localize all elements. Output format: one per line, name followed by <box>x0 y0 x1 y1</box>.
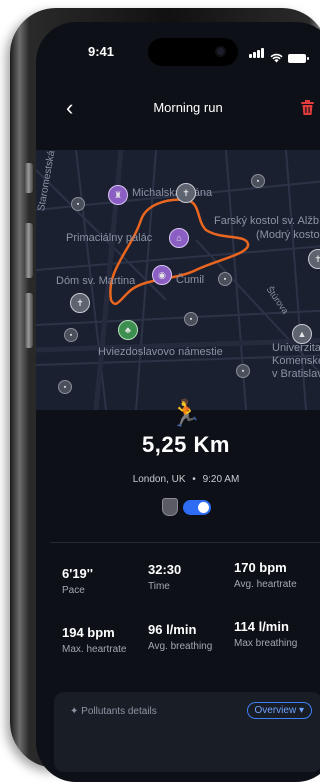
signal-icon <box>249 45 265 63</box>
wifi-icon <box>270 53 283 63</box>
church-pin-icon[interactable]: ✝ <box>70 293 90 313</box>
stat-value: 96 l/min <box>148 622 197 637</box>
stat-label: Avg. breathing <box>148 641 213 652</box>
pollutants-label-text: Pollutants details <box>81 706 157 717</box>
trash-icon[interactable] <box>301 100 314 115</box>
stat-time: 32:30 Time <box>148 562 181 592</box>
stat-label: Max breathing <box>234 638 298 649</box>
location-text: London, UK <box>132 474 186 485</box>
start-time: 9:20 AM <box>202 474 240 485</box>
church-pin-icon[interactable]: ✝ <box>176 183 196 203</box>
poi-dot-icon[interactable]: ▪ <box>218 272 232 286</box>
pollutants-label: ✦ Pollutants details <box>70 706 157 717</box>
tracking-toggle[interactable] <box>182 499 211 515</box>
poi-dot-icon[interactable]: ▪ <box>184 312 198 326</box>
park-pin-icon[interactable]: ♣ <box>118 320 138 340</box>
overview-dropdown-label: Overview <box>254 705 297 716</box>
map-label: (Modrý kostol <box>256 229 320 241</box>
separator-dot: • <box>192 474 196 485</box>
landmark-pin-icon[interactable]: ♜ <box>108 185 128 205</box>
stat-label: Avg. heartrate <box>234 579 297 590</box>
status-bar: 9:41 <box>36 22 320 70</box>
overview-dropdown[interactable]: Overview ▾ <box>246 702 312 719</box>
chevron-down-icon: ▾ <box>298 705 304 716</box>
activity-meta: London, UK • 9:20 AM <box>36 474 320 485</box>
camera-icon <box>215 46 226 57</box>
mute-switch <box>24 163 33 193</box>
system-icons <box>249 45 309 63</box>
stat-value: 194 bpm <box>62 625 115 640</box>
stat-value: 32:30 <box>148 562 182 577</box>
map-label: Primaciálny palác <box>66 232 153 244</box>
poi-dot-icon[interactable]: ▪ <box>71 197 85 211</box>
divider <box>50 542 320 543</box>
stat-max-heartrate: 194 bpm Max. heartrate <box>62 625 126 655</box>
stat-avg-heartrate: 170 bpm Avg. heartrate <box>234 560 297 590</box>
volume-down-button <box>24 293 33 348</box>
status-time: 9:41 <box>88 44 115 59</box>
stat-label: Pace <box>62 585 85 596</box>
poi-dot-icon[interactable]: ▪ <box>251 174 265 188</box>
map-label: Čumil <box>176 274 205 286</box>
landmark-pin-icon[interactable]: ◉ <box>152 265 172 285</box>
stat-value: 114 l/min <box>234 619 289 634</box>
stat-value: 170 bpm <box>234 560 287 575</box>
poi-dot-icon[interactable]: ▪ <box>64 328 78 342</box>
page-title: Morning run <box>153 100 223 115</box>
battery-icon <box>288 54 309 63</box>
dynamic-island <box>148 38 238 66</box>
pollutants-panel[interactable]: ✦ Pollutants details Overview ▾ <box>54 692 320 772</box>
poi-dot-icon[interactable]: ▪ <box>236 364 250 378</box>
map-label: Dóm sv. Martina <box>56 275 136 287</box>
stat-label: Max. heartrate <box>62 644 127 655</box>
route-map[interactable]: Michalská brána Primaciálny palác Farský… <box>36 150 320 410</box>
map-label: Univerzita <box>272 342 320 354</box>
map-label: Michalská brána <box>132 187 213 199</box>
poi-dot-icon[interactable]: ▪ <box>58 380 72 394</box>
stat-max-breathing: 114 l/min Max breathing <box>234 619 297 649</box>
stat-pace: 6'19'' Pace <box>62 566 93 596</box>
map-label: Farský kostol sv. Alžb <box>214 215 319 227</box>
stat-label: Time <box>148 581 170 592</box>
phone-frame: 9:41 ‹ Morning run Michalská brána Prima… <box>10 8 320 782</box>
app-screen: 9:41 ‹ Morning run Michalská brána Prima… <box>36 22 320 782</box>
distance-value: 5,25 Km <box>142 432 230 457</box>
map-label: Komenského <box>272 355 320 367</box>
volume-up-button <box>24 223 33 278</box>
stat-avg-breathing: 96 l/min Avg. breathing <box>148 622 212 652</box>
map-label: v Bratislave <box>272 368 320 380</box>
mode-row <box>36 498 320 516</box>
landmark-pin-icon[interactable]: ⌂ <box>169 228 189 248</box>
university-pin-icon[interactable]: ▲ <box>292 324 312 344</box>
map-label: Hviezdoslavovo námestie <box>98 346 223 358</box>
stat-value: 6'19'' <box>62 566 93 581</box>
toggle-knob <box>197 501 209 513</box>
shield-icon <box>161 498 178 516</box>
runner-icon: 🏃 <box>169 398 203 428</box>
app-header: ‹ Morning run <box>36 97 320 124</box>
